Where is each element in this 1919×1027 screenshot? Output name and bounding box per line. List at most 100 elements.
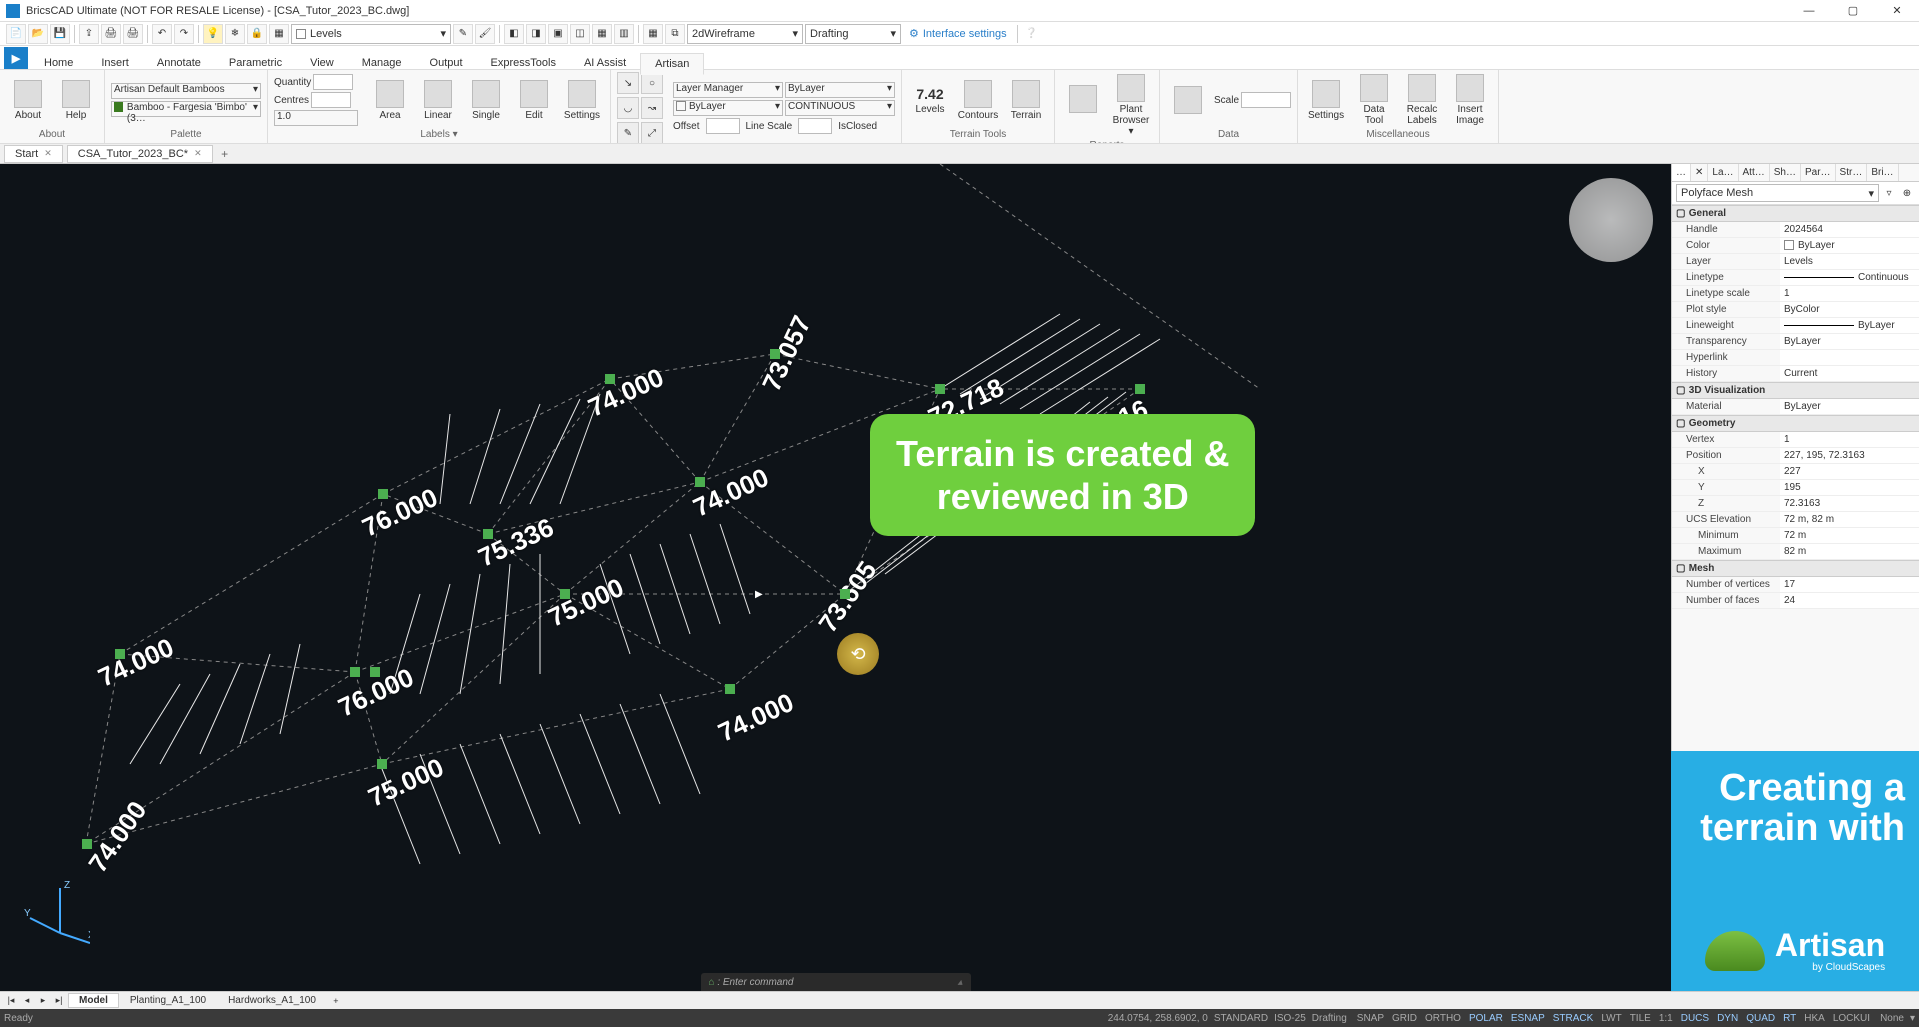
close-panel-icon[interactable]: ✕ [1691, 164, 1708, 181]
layout-tab[interactable]: Hardworks_A1_100 [217, 993, 327, 1008]
status-toggle-lockui[interactable]: LOCKUI [1829, 1013, 1874, 1024]
single-button[interactable]: Single [464, 78, 508, 123]
status-toggle-rt[interactable]: RT [1779, 1013, 1800, 1024]
bulb-icon[interactable]: 💡 [203, 24, 223, 44]
tool1-icon[interactable]: ◧ [504, 24, 524, 44]
layout-tab[interactable]: Model [68, 993, 119, 1008]
data-scale-button[interactable] [1166, 84, 1210, 116]
tool5-icon[interactable]: ▦ [592, 24, 612, 44]
new-tab-button[interactable]: + [217, 146, 233, 162]
plot-icon[interactable]: 🖨 [101, 24, 121, 44]
color-combo[interactable]: ByLayer▾ [673, 100, 783, 116]
terrain-vertex[interactable] [82, 839, 92, 849]
status-toggle-esnap[interactable]: ESNAP [1507, 1013, 1549, 1024]
entity-layer-combo[interactable]: ByLayer▾ [785, 82, 895, 98]
terrain-vertex[interactable] [483, 529, 493, 539]
status-toggle-snap[interactable]: SNAP [1353, 1013, 1388, 1024]
command-line[interactable]: ⌂ : Enter command ▴ [701, 973, 971, 991]
layout-first-button[interactable]: |◂ [4, 995, 18, 1006]
model-viewport[interactable]: 74.00074.00076.00075.33676.00075.00075.0… [0, 164, 1671, 991]
centres-input[interactable] [311, 92, 351, 108]
print-icon[interactable]: 🖨 [123, 24, 143, 44]
tool3-icon[interactable]: ▣ [548, 24, 568, 44]
brush-icon[interactable]: 🖌 [475, 24, 495, 44]
terrain-vertex[interactable] [725, 684, 735, 694]
area-button[interactable]: Area [368, 78, 412, 123]
property-value[interactable]: Continuous [1780, 270, 1919, 285]
labels-settings-button[interactable]: Settings [560, 78, 604, 123]
status-toggle-quad[interactable]: QUAD [1742, 1013, 1779, 1024]
grid-icon[interactable]: ▦ [643, 24, 663, 44]
panel-tab[interactable]: Par… [1801, 164, 1836, 181]
quantity-input[interactable] [313, 74, 353, 90]
property-value[interactable]: Levels [1780, 254, 1919, 269]
palette-style-combo[interactable]: Artisan Default Bamboos▾ [111, 83, 261, 99]
tool2-icon[interactable]: ◨ [526, 24, 546, 44]
property-value[interactable]: 72.3163 [1780, 496, 1919, 511]
property-value[interactable]: 24 [1780, 593, 1919, 608]
command-expand-icon[interactable]: ▴ [957, 977, 962, 988]
status-toggle-ortho[interactable]: ORTHO [1421, 1013, 1465, 1024]
linetype-combo[interactable]: CONTINUOUS▾ [785, 100, 895, 116]
draw-tool5-icon[interactable]: ✎ [617, 122, 639, 144]
linescale-input[interactable] [798, 118, 832, 134]
tool4-icon[interactable]: ◫ [570, 24, 590, 44]
terrain-vertex[interactable] [695, 477, 705, 487]
edit-button[interactable]: Edit [512, 78, 556, 123]
property-section-header[interactable]: ▢ Geometry [1672, 415, 1919, 432]
layout-tab[interactable]: Planting_A1_100 [119, 993, 217, 1008]
about-button[interactable]: About [6, 78, 50, 123]
property-value[interactable]: 1 [1780, 286, 1919, 301]
layer-props-icon[interactable]: ▦ [269, 24, 289, 44]
selection-type-combo[interactable]: Polyface Mesh▾ [1676, 184, 1879, 202]
draw-tool6-icon[interactable]: ⤢ [641, 122, 663, 144]
panel-tab[interactable]: Sh… [1770, 164, 1801, 181]
filter-icon[interactable]: ▿ [1881, 185, 1897, 201]
terrain-vertex[interactable] [370, 667, 380, 677]
status-toggle-tile[interactable]: TILE [1626, 1013, 1655, 1024]
terrain-vertex[interactable] [840, 589, 850, 599]
terrain-vertex[interactable] [770, 349, 780, 359]
property-value[interactable]: 227 [1780, 464, 1919, 479]
panel-tab[interactable]: Str… [1836, 164, 1868, 181]
layout-prev-button[interactable]: ◂ [20, 995, 34, 1006]
property-value[interactable]: ByLayer [1780, 334, 1919, 349]
property-value[interactable]: 82 m [1780, 544, 1919, 559]
workspace-combo[interactable]: Drafting▾ [805, 24, 901, 44]
property-section-header[interactable]: ▢ 3D Visualization [1672, 382, 1919, 399]
property-value[interactable]: Current [1780, 366, 1919, 381]
panel-tab[interactable]: Att… [1739, 164, 1770, 181]
levels-button[interactable]: 7.42Levels [908, 84, 952, 117]
property-value[interactable]: ByColor [1780, 302, 1919, 317]
terrain-vertex[interactable] [560, 589, 570, 599]
property-section-header[interactable]: ▢ Mesh [1672, 560, 1919, 577]
pick-icon[interactable]: ⊕ [1899, 185, 1915, 201]
panel-tab[interactable]: … [1672, 164, 1691, 181]
file-tab[interactable]: Start✕ [4, 145, 63, 163]
terrain-vertex[interactable] [115, 649, 125, 659]
insert-image-button[interactable]: Insert Image [1448, 72, 1492, 128]
view-cube[interactable] [1569, 178, 1653, 262]
offset-input[interactable] [706, 118, 740, 134]
draw-tool3-icon[interactable]: ◡ [617, 97, 639, 119]
open-file-icon[interactable]: 📂 [28, 24, 48, 44]
xref-icon[interactable]: ⧉ [665, 24, 685, 44]
export-icon[interactable]: ⇪ [79, 24, 99, 44]
status-toggle-hka[interactable]: HKA [1800, 1013, 1829, 1024]
tool6-icon[interactable]: ▥ [614, 24, 634, 44]
undo-icon[interactable]: ↶ [152, 24, 172, 44]
draw-tool1-icon[interactable]: ↘ [617, 72, 639, 94]
lock-icon[interactable]: 🔒 [247, 24, 267, 44]
terrain-vertex[interactable] [935, 384, 945, 394]
layer-combo[interactable]: Levels ▾ [291, 24, 451, 44]
save-icon[interactable]: 💾 [50, 24, 70, 44]
terrain-vertex[interactable] [377, 759, 387, 769]
panel-tab[interactable]: Bri… [1867, 164, 1898, 181]
help-button[interactable]: Help [54, 78, 98, 123]
property-value[interactable]: 17 [1780, 577, 1919, 592]
terrain-vertex[interactable] [350, 667, 360, 677]
report-button[interactable] [1061, 83, 1105, 128]
close-icon[interactable]: ✕ [44, 148, 52, 159]
visual-style-combo[interactable]: 2dWireframe▾ [687, 24, 803, 44]
maximize-button[interactable]: ▢ [1831, 0, 1875, 22]
